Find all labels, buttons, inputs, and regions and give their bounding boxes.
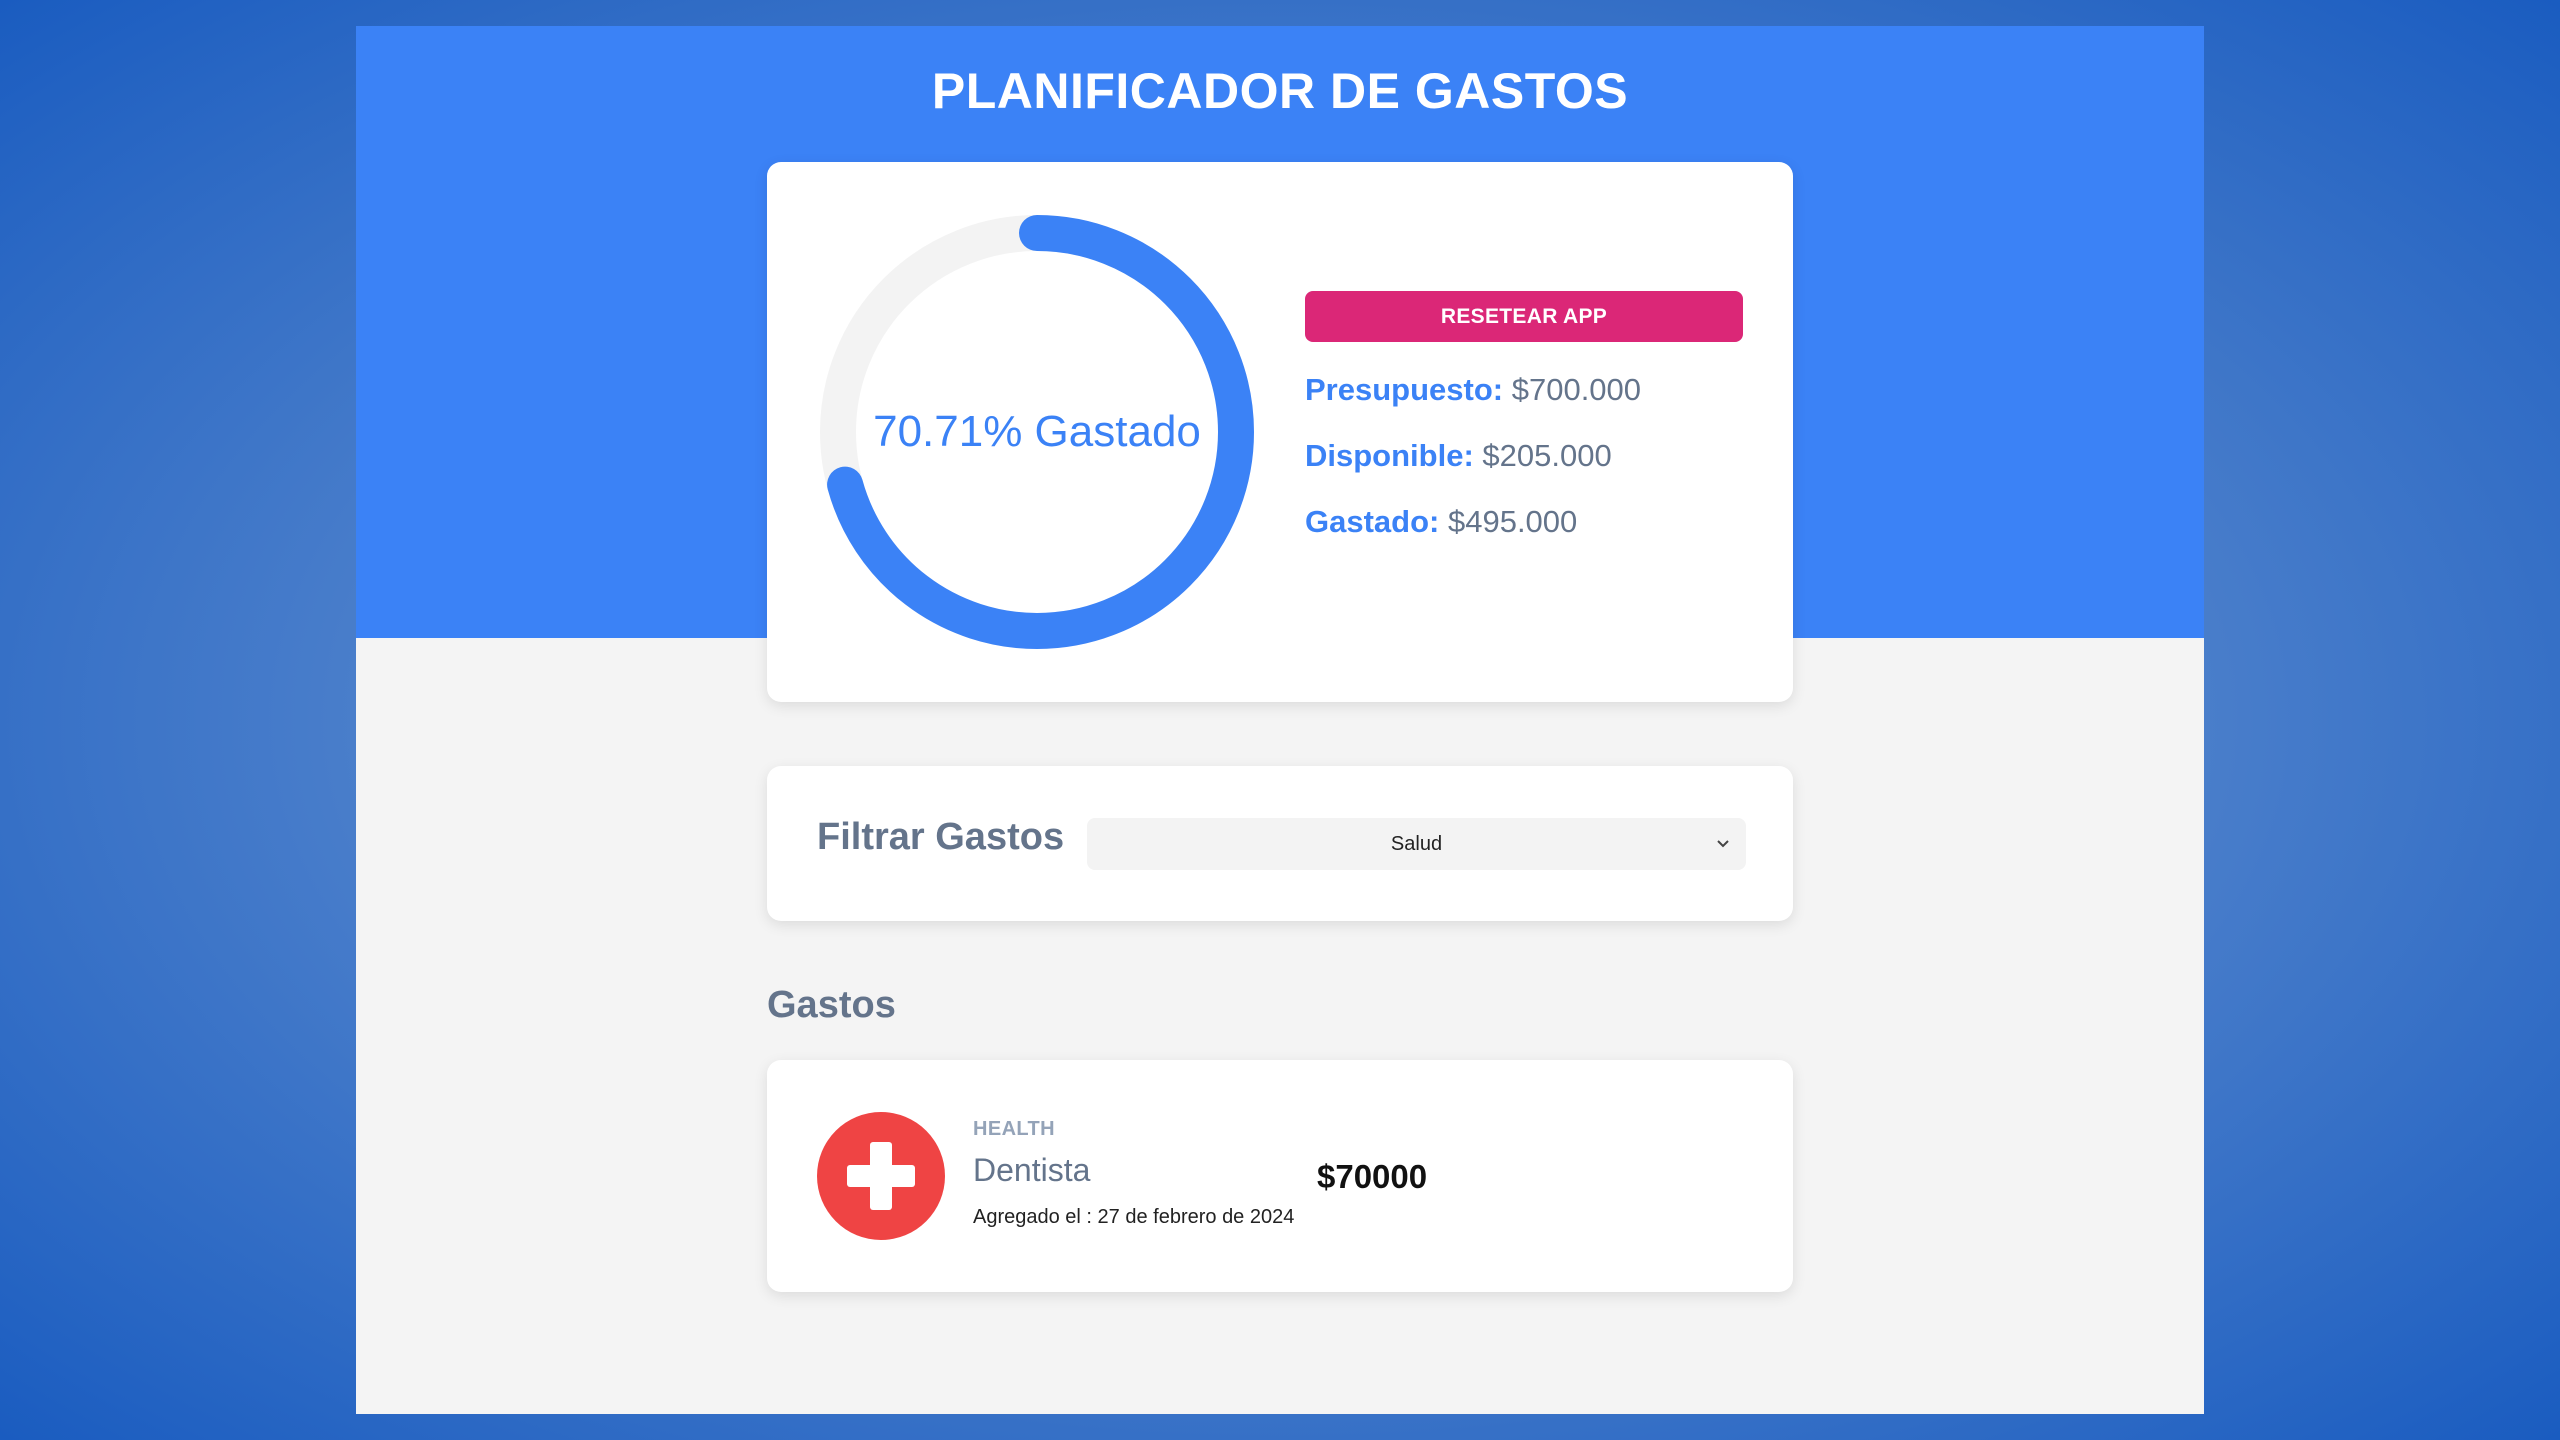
chevron-down-icon: [1717, 840, 1729, 848]
progress-ring-label: 70.71% Gastado: [873, 407, 1201, 456]
reset-app-button[interactable]: RESETEAR APP: [1305, 291, 1743, 342]
stat-budget-value: $700.000: [1511, 372, 1642, 407]
stat-spent-value: $495.000: [1447, 504, 1578, 539]
progress-ring: 70.71% Gastado: [817, 212, 1257, 652]
stat-spent-label: Gastado:: [1305, 504, 1440, 539]
expense-item[interactable]: HEALTH Dentista Agregado el : 27 de febr…: [767, 1060, 1793, 1292]
stat-available: Disponible: $205.000: [1305, 438, 1612, 474]
expense-category: HEALTH: [973, 1118, 1056, 1140]
filter-selected-value: Salud: [1390, 832, 1443, 855]
budget-card: 70.71% Gastado RESETEAR APP Presupuesto:…: [767, 162, 1793, 702]
page-title: PLANIFICADOR DE GASTOS: [931, 63, 1629, 119]
stat-spent: Gastado: $495.000: [1305, 504, 1577, 540]
expense-name: Dentista: [973, 1152, 1091, 1188]
category-filter-select[interactable]: Salud: [1087, 818, 1746, 870]
expenses-heading: Gastos: [767, 984, 896, 1026]
filter-card: Filtrar Gastos Salud: [767, 766, 1793, 921]
stat-available-label: Disponible:: [1305, 438, 1474, 473]
expense-amount: $70000: [1317, 1158, 1428, 1195]
health-cross-icon: [817, 1112, 945, 1240]
filter-label: Filtrar Gastos: [817, 816, 1065, 858]
app-container: PLANIFICADOR DE GASTOS 70.71% Gastado RE…: [356, 26, 2204, 1414]
stat-budget-label: Presupuesto:: [1305, 372, 1504, 407]
stat-available-value: $205.000: [1482, 438, 1612, 473]
expense-date: Agregado el : 27 de febrero de 2024: [973, 1206, 1295, 1228]
stat-budget: Presupuesto: $700.000: [1305, 372, 1641, 408]
